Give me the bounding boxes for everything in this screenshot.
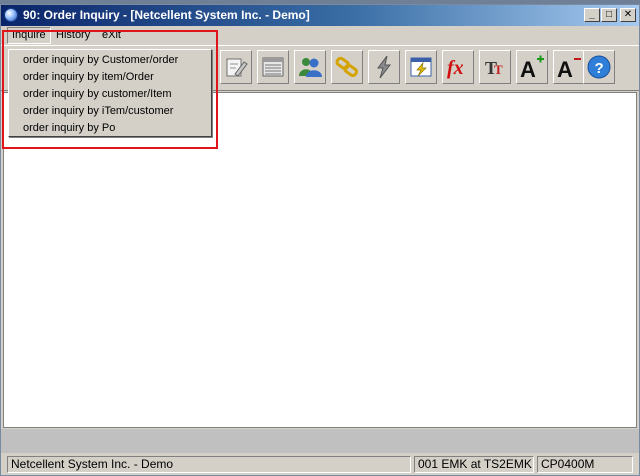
svg-text:?: ?	[595, 60, 604, 77]
list-button[interactable]	[257, 50, 289, 84]
status-bar: Netcellent System Inc. - Demo 001 EMK at…	[1, 453, 639, 475]
lower-panel	[1, 429, 639, 453]
font-decrease-button[interactable]: A	[553, 50, 585, 84]
close-button[interactable]: ✕	[620, 8, 636, 22]
link-button[interactable]	[331, 50, 363, 84]
order-inquiry-window: 90: Order Inquiry - [Netcellent System I…	[0, 4, 640, 476]
window-lightning-button[interactable]	[405, 50, 437, 84]
minimize-button[interactable]: _	[584, 8, 600, 22]
text-size-button[interactable]: T T	[479, 50, 511, 84]
svg-text:fx: fx	[447, 57, 464, 79]
status-program: CP0400M	[537, 456, 633, 473]
maximize-button[interactable]: □	[601, 8, 617, 22]
status-company: Netcellent System Inc. - Demo	[7, 456, 411, 473]
edit-button[interactable]	[220, 50, 252, 84]
lightning-button[interactable]	[368, 50, 400, 84]
title-bar: 90: Order Inquiry - [Netcellent System I…	[1, 5, 639, 26]
function-button[interactable]: fx	[442, 50, 474, 84]
highlight-annotation	[2, 30, 218, 149]
app-globe-icon[interactable]	[4, 8, 18, 22]
svg-text:A: A	[557, 57, 573, 80]
svg-text:A: A	[520, 57, 536, 80]
font-increase-button[interactable]: A	[516, 50, 548, 84]
window-title: 90: Order Inquiry - [Netcellent System I…	[23, 8, 310, 22]
svg-text:T: T	[494, 62, 503, 77]
help-button[interactable]: ?	[583, 50, 615, 84]
users-button[interactable]	[294, 50, 326, 84]
status-session: 001 EMK at TS2EMK	[414, 456, 534, 473]
